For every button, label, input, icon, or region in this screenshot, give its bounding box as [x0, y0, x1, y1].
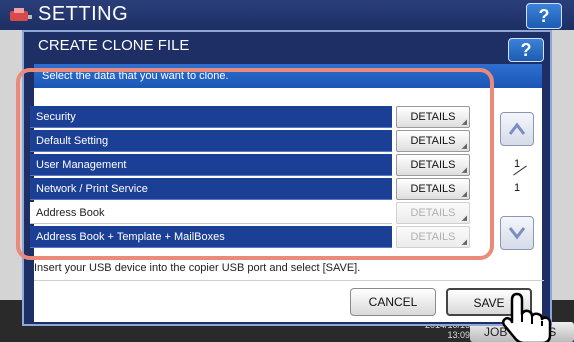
clock-time: 13:09: [447, 330, 470, 340]
list-item[interactable]: Default Setting DETAILS ◢: [30, 130, 470, 152]
page-total: 1: [514, 182, 521, 194]
arrow-icon: ◢: [461, 167, 467, 174]
divider: [34, 280, 544, 281]
page-current: 1: [514, 158, 521, 170]
item-label[interactable]: Address Book: [30, 202, 392, 224]
window-title: SETTING: [38, 3, 129, 25]
chevron-down-icon: [508, 227, 526, 240]
details-button[interactable]: DETAILS ◢: [396, 130, 470, 152]
scroll-up-button[interactable]: [500, 112, 534, 146]
list-item[interactable]: Address Book + Template + MailBoxes DETA…: [30, 226, 470, 248]
arrow-icon: ◢: [461, 191, 467, 198]
dialog-help-button[interactable]: ?: [508, 38, 544, 62]
setting-icon: [10, 8, 32, 21]
arrow-icon: ◢: [461, 215, 467, 222]
list-item[interactable]: Address Book DETAILS ◢: [30, 202, 470, 224]
list-item[interactable]: Network / Print Service DETAILS ◢: [30, 178, 470, 200]
item-label[interactable]: User Management: [30, 154, 392, 176]
details-button[interactable]: DETAILS ◢: [396, 154, 470, 176]
cancel-button[interactable]: CANCEL: [350, 288, 436, 316]
details-button[interactable]: DETAILS ◢: [396, 178, 470, 200]
pointer-hand-icon: [501, 292, 552, 342]
page-indicator: 1 1: [510, 158, 530, 198]
scroll-down-button[interactable]: [500, 216, 534, 250]
help-button[interactable]: ?: [526, 3, 562, 29]
title-bar: SETTING ?: [0, 0, 574, 30]
arrow-icon: ◢: [461, 119, 467, 126]
usb-instruction: Insert your USB device into the copier U…: [34, 262, 361, 274]
list-item[interactable]: User Management DETAILS ◢: [30, 154, 470, 176]
item-label[interactable]: Default Setting: [30, 130, 392, 152]
arrow-icon: ◢: [461, 239, 467, 246]
item-label[interactable]: Security: [30, 106, 392, 128]
details-button: DETAILS ◢: [396, 202, 470, 224]
item-label[interactable]: Network / Print Service: [30, 178, 392, 200]
chevron-up-icon: [508, 122, 526, 135]
arrow-icon: ◢: [461, 143, 467, 150]
dialog-title: CREATE CLONE FILE: [38, 37, 190, 54]
details-button: DETAILS ◢: [396, 226, 470, 248]
list-item[interactable]: Security DETAILS ◢: [30, 106, 470, 128]
item-label[interactable]: Address Book + Template + MailBoxes: [30, 226, 392, 248]
details-button[interactable]: DETAILS ◢: [396, 106, 470, 128]
